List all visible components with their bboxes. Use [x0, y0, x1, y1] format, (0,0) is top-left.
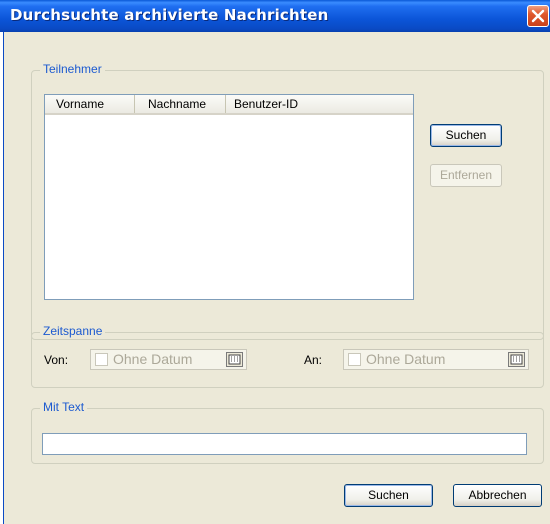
from-date-picker[interactable]: Ohne Datum [90, 349, 247, 370]
column-header-firstname[interactable]: Vorname [45, 95, 135, 113]
from-date-checkbox[interactable] [95, 353, 108, 366]
to-label: An: [304, 353, 323, 367]
window-title: Durchsuchte archivierte Nachrichten [10, 6, 329, 24]
close-button[interactable] [527, 5, 549, 27]
to-date-checkbox[interactable] [348, 353, 361, 366]
to-date-picker[interactable]: Ohne Datum [343, 349, 529, 370]
to-calendar-icon[interactable] [508, 352, 525, 367]
timespan-group: Zeitspanne Von: Ohne Datum An: Ohne Datu… [31, 324, 544, 388]
timespan-legend: Zeitspanne [40, 324, 106, 338]
participants-list[interactable]: Vorname Nachname Benutzer-ID [44, 94, 414, 300]
text-filter-legend: Mit Text [40, 400, 88, 414]
from-label: Von: [44, 353, 69, 367]
footer-search-button[interactable]: Suchen [344, 484, 433, 507]
participants-group: Teilnehmer Vorname Nachname Benutzer-ID … [31, 62, 544, 340]
to-date-value: Ohne Datum [366, 351, 446, 367]
from-calendar-icon[interactable] [226, 352, 243, 367]
participants-search-button[interactable]: Suchen [430, 124, 502, 147]
from-date-value: Ohne Datum [113, 351, 193, 367]
title-bar[interactable]: Durchsuchte archivierte Nachrichten [0, 0, 550, 32]
column-header-userid[interactable]: Benutzer-ID [226, 95, 326, 113]
close-icon [531, 9, 545, 23]
text-filter-input[interactable] [42, 433, 527, 455]
dialog-window: Durchsuchte archivierte Nachrichten Teil… [0, 0, 550, 524]
column-header-lastname[interactable]: Nachname [135, 95, 226, 113]
participants-legend: Teilnehmer [40, 62, 105, 76]
cancel-button[interactable]: Abbrechen [453, 484, 542, 507]
text-filter-group: Mit Text [31, 400, 544, 464]
remove-button[interactable]: Entfernen [430, 164, 502, 187]
dialog-body: Teilnehmer Vorname Nachname Benutzer-ID … [3, 32, 550, 524]
list-header: Vorname Nachname Benutzer-ID [45, 95, 413, 115]
